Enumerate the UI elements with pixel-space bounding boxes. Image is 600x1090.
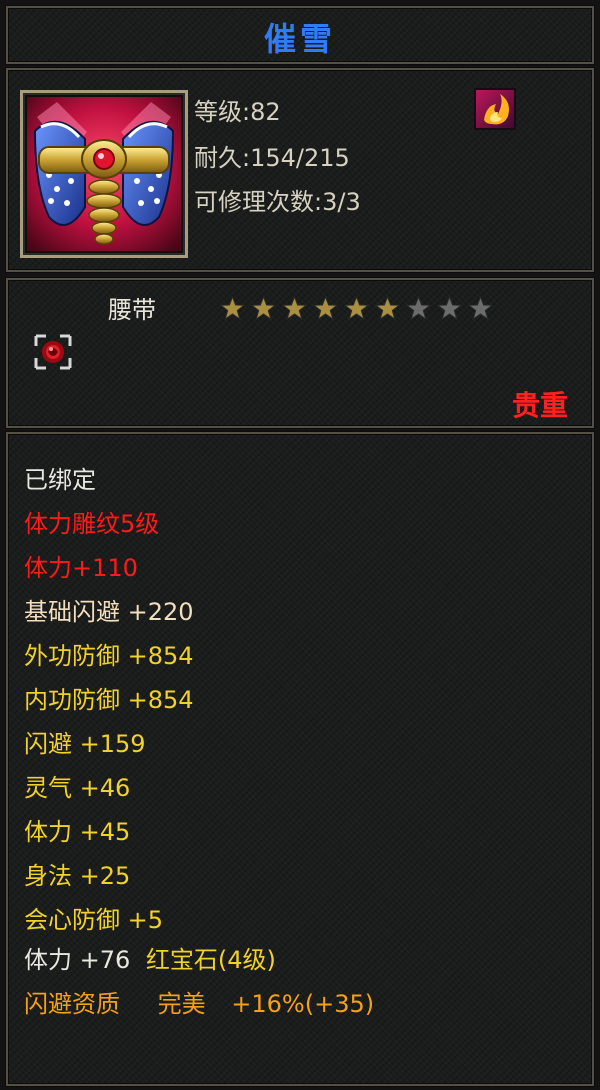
item-stats-panel: 已绑定体力雕纹5级 体力+110 基础闪避 +220 外功防御 +854 内功防御 +8… (6, 432, 594, 1086)
item-summary-panel: 等级:82 耐久:154/215 可修理次数:3/3 (6, 68, 594, 272)
quality-grade: 完美 (157, 990, 206, 1018)
stat-line: 基础闪避 +220 (24, 598, 194, 626)
star-icon-filled (282, 296, 307, 321)
stat-line: 已绑定 (24, 466, 96, 494)
quality-label: 闪避资质 (24, 990, 120, 1018)
quality-bonus: +16%(+35) (231, 990, 375, 1018)
stat-line: 灵气 +46 (24, 774, 131, 802)
quality-line: 闪避资质 完美 +16%(+35) (24, 984, 374, 1019)
item-title-bar: 催雪 (6, 6, 594, 64)
star-icon-filled (344, 296, 369, 321)
item-name: 催雪 (263, 20, 336, 58)
item-icon-frame (20, 90, 188, 258)
gem-stat-line: 体力 +76 红宝石(4级) (24, 940, 276, 975)
stat-line: 体力雕纹5级 (24, 510, 160, 538)
item-type-label: 腰带 (108, 296, 156, 324)
gem-socket-icon (34, 334, 72, 370)
star-icon-filled (375, 296, 400, 321)
star-icon-empty (406, 296, 431, 321)
star-icon-filled (220, 296, 245, 321)
stat-line: 内功防御 +854 (24, 686, 194, 714)
item-repair-count: 可修理次数:3/3 (194, 188, 361, 216)
item-rarity: 贵重 (511, 389, 568, 422)
gem-name: 红宝石(4级) (145, 946, 276, 974)
star-rating (220, 296, 493, 321)
star-icon-empty (468, 296, 493, 321)
item-durability: 耐久:154/215 (194, 144, 350, 172)
stat-line: 体力 +45 (24, 818, 131, 846)
gem-stat-value: 体力 +76 (24, 946, 131, 974)
star-icon-empty (437, 296, 462, 321)
stat-line: 外功防御 +854 (24, 642, 194, 670)
stat-line: 身法 +25 (24, 862, 131, 890)
belt-item-icon (27, 97, 181, 251)
stat-line: 会心防御 +5 (24, 906, 164, 934)
flame-rune-icon (474, 88, 516, 130)
star-icon-filled (251, 296, 276, 321)
star-icon-filled (313, 296, 338, 321)
stat-line: 体力+110 (24, 554, 138, 582)
item-level: 等级:82 (194, 98, 281, 126)
stat-line: 闪避 +159 (24, 730, 146, 758)
item-grade-panel: 腰带 贵重 (6, 278, 594, 428)
